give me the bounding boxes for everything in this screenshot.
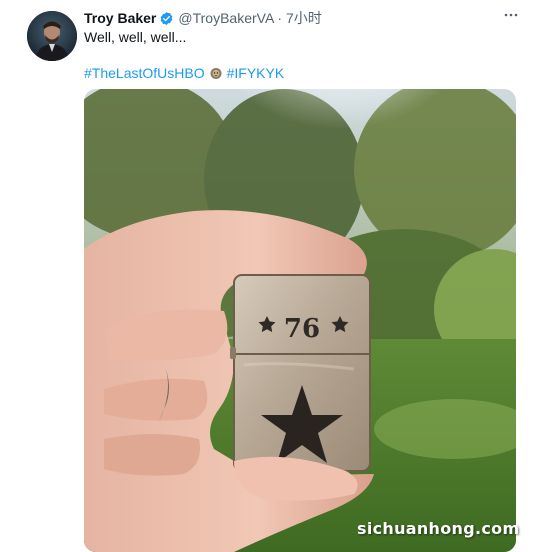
hashtag-ifykyk[interactable]: #IFYKYK: [227, 65, 285, 81]
tweet-header: Troy Baker @TroyBakerVA · 7小时: [84, 8, 322, 28]
tweet: Troy Baker @TroyBakerVA · 7小时 Well, well…: [0, 0, 550, 552]
hashtag-row: #TheLastOfUsHBO #IFYKYK: [84, 65, 284, 81]
hashtag-thelastofushbo[interactable]: #TheLastOfUsHBO: [84, 65, 205, 81]
more-horizontal-icon[interactable]: [503, 7, 519, 23]
author-handle-timestamp[interactable]: @TroyBakerVA · 7小时: [178, 8, 321, 28]
author-avatar[interactable]: [27, 11, 77, 61]
author-name[interactable]: Troy Baker: [84, 10, 156, 26]
hashtag-emoji-icon: [209, 66, 223, 80]
tweet-photo[interactable]: 76: [84, 89, 516, 552]
verified-badge-icon: [159, 11, 174, 26]
watermark-text: sichuanhong.com: [357, 519, 520, 538]
lighter-number-76: 76: [284, 314, 320, 344]
zippo-lighter: 76: [230, 274, 371, 472]
tweet-text: Well, well, well...: [84, 29, 187, 45]
